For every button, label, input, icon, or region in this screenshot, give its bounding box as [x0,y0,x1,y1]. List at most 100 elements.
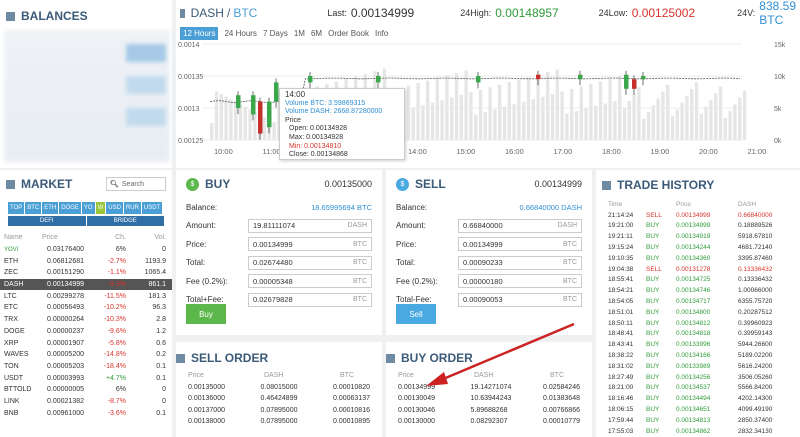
market-row[interactable]: BNB 0.00961000 -3.6% 0.1 [0,407,172,419]
market-tab-btc[interactable]: BTC [25,202,42,214]
market-row[interactable]: LTC 0.00299278 -11.5% 181.3 [0,290,172,302]
tab-timeframe-0[interactable]: 12 Hours [180,26,219,40]
volume-bar [464,70,468,140]
buy-button[interactable]: Buy [186,304,226,324]
trade-price: 0.00134812 [676,319,711,327]
market-icon [6,179,15,189]
market-row[interactable]: ETC 0.00056493 -10.2% 96.3 [0,302,172,314]
sell-order-row[interactable]: 0.00135000 0.08015000 0.00010820 [176,382,382,394]
order-dash: 0.07895000 [260,406,298,414]
trade-time: 18:06:15 [608,406,634,414]
trade-amount: 4681.72140 [738,244,773,252]
tab-bridge[interactable]: BRIDGE [86,216,164,226]
buy-amount-input[interactable]: 19.81111074 DASH [248,218,372,233]
sell-balance-label: Balance: [396,202,428,212]
buy-balance[interactable]: 18.65995694 BTC [311,203,372,212]
trade-price: 0.00134999 [676,211,711,219]
market-tab-usdt[interactable]: USDT [141,202,163,214]
trade-time: 17:55:03 [608,427,634,435]
market-name: ETC [4,304,18,312]
trade-history-title: TRADE HISTORY [617,178,715,192]
y-tick-label: 0.00135 [178,74,203,81]
volume-bar [550,94,555,140]
market-tab-doge[interactable]: DOGE [59,202,81,214]
buy-order-row[interactable]: 0.00130049 10.63944243 0.01383648 [386,393,592,405]
market-change: -2.7% [107,257,126,265]
high-price: 0.00148957 [495,6,559,20]
buy-fee-input[interactable]: 0.00005348 BTC [248,274,372,289]
market-row[interactable]: YOVI 0.03176400 6% 0 [0,244,172,256]
tab-timeframe-2[interactable]: 7 Days [263,29,288,38]
search-input[interactable]: Search [122,181,144,188]
tab-timeframe-5[interactable]: Order Book [328,29,369,38]
candle [536,74,541,80]
trade-amount: 0.66840000 [738,211,773,219]
market-row[interactable]: WAVES 0.00005200 -14.8% 0.2 [0,349,172,361]
sell-fee-input[interactable]: 0.00000180 BTC [458,274,582,289]
buy-order-row[interactable]: 0.00130000 0.08292307 0.00010779 [386,416,592,428]
buy-total-input[interactable]: 0.02674480 BTC [248,255,372,270]
candle [274,82,279,102]
trade-amount: 5189.02200 [738,352,773,360]
market-tab-usd[interactable]: USD [106,202,123,214]
market-row[interactable]: DASH 0.00134999 -9.3% 861.1 [0,278,172,291]
market-volume: 1.2 [156,327,166,335]
sell-price-input[interactable]: 0.00134999 BTC [458,237,582,252]
buy-totalfee-input[interactable]: 0.02679828 BTC [248,292,372,307]
market-row[interactable]: ETH 0.06812681 -2.7% 1193.9 [0,255,172,267]
market-row[interactable]: TRX 0.00000264 -10.3% 2.8 [0,314,172,326]
tab-timeframe-3[interactable]: 1M [294,29,305,38]
market-tab-eth[interactable]: ETH [42,202,59,214]
volume-bar [661,91,665,140]
market-change: -18.4% [103,362,126,370]
volume-bar [421,105,425,140]
sell-order-row[interactable]: 0.00136000 0.46424899 0.00063137 [176,393,382,405]
market-price: 0.00299278 [47,292,84,300]
volume-bar [253,111,257,140]
price-chart[interactable]: 0.0014 0.00135 0.0013 0.00125 15k 10k 5k 0k 10:0… [176,40,800,165]
trade-price: 0.00134813 [676,416,711,424]
sell-balance[interactable]: 0.66840000 DASH [519,203,582,212]
market-row[interactable]: BTTOLD 0.00000005 6% 0 [0,384,172,396]
annotation-arrow [426,322,575,386]
market-tab-top[interactable]: TOP [8,202,25,214]
market-name: XRP [4,339,19,347]
market-tab-w[interactable]: W [95,202,106,214]
sell-totalfee-input[interactable]: 0.00090053 BTC [458,292,582,307]
buy-price-input[interactable]: 0.00134999 BTC [248,237,372,252]
order-price: 0.00130046 [398,406,435,414]
trade-type: BUY [646,352,660,360]
sell-field-value: 0.00090053 [463,295,503,305]
volume-label: 24V: [737,8,756,18]
volume-bar [416,83,420,140]
sell-field-unit: BTC [563,296,577,304]
market-row[interactable]: XRP 0.00001907 -5.8% 0.6 [0,337,172,349]
low-label: 24Low: [598,8,628,18]
trade-price: 0.00134651 [676,406,711,414]
market-row[interactable]: ZEC 0.00151290 -1.1% 1065.4 [0,267,172,279]
market-row[interactable]: DOGE 0.00000237 -9.6% 1.2 [0,326,172,338]
volume-bar [469,92,473,140]
order-btc: 0.00010779 [543,418,580,426]
tab-timeframe-1[interactable]: 24 Hours [224,29,256,38]
volume-bar [229,99,233,140]
market-tab-yo[interactable]: YO [81,202,95,214]
buy-order-row[interactable]: 0.00130046 5.89688268 0.00766866 [386,405,592,417]
tab-timeframe-6[interactable]: Info [375,29,388,38]
sell-amount-input[interactable]: 0.66840000 DASH [458,218,582,233]
trade-type: BUY [646,276,660,284]
market-volume: 0 [162,397,166,405]
market-row[interactable]: TON 0.00005203 -18.4% 0.1 [0,361,172,373]
tab-defi[interactable]: DEFI [8,216,86,226]
market-row[interactable]: LINK 0.00021382 -8.7% 0 [0,396,172,408]
sell-total-input[interactable]: 0.00090233 BTC [458,255,582,270]
market-volume: 861.1 [148,281,166,289]
trade-time: 19:21:11 [608,233,633,241]
market-tab-rur[interactable]: RUR [123,202,141,214]
sell-order-row[interactable]: 0.00137000 0.07895000 0.00010816 [176,405,382,417]
market-search[interactable]: 🔍︎ Search [106,177,166,191]
market-row[interactable]: USDT 0.00003993 +4.7% 0.1 [0,372,172,384]
sell-order-row[interactable]: 0.00138000 0.07895000 0.00010895 [176,416,382,428]
volume-bar [262,117,267,140]
tab-timeframe-4[interactable]: 6M [311,29,322,38]
